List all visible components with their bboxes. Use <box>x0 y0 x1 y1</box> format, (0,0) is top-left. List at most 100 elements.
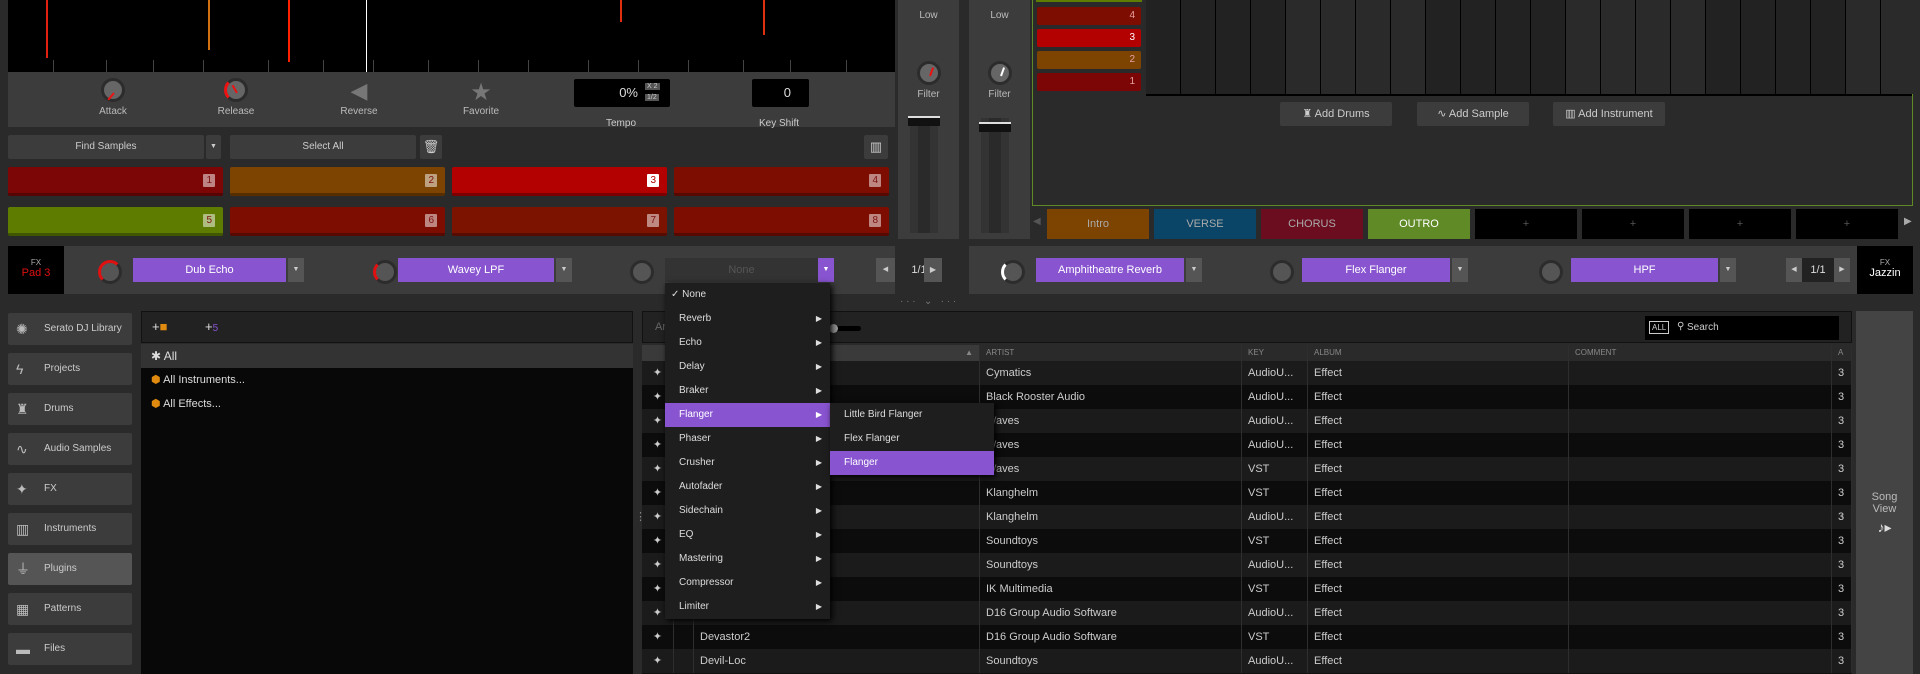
sidebar-item-fx[interactable]: ✦ FX <box>8 473 132 505</box>
step-cell[interactable] <box>1601 0 1635 94</box>
find-samples-dropdown[interactable]: ▼ <box>206 135 221 159</box>
step-cell[interactable] <box>1321 0 1355 94</box>
header-comment[interactable]: COMMENT <box>1569 345 1832 361</box>
tempo-x2-button[interactable]: X 2 <box>645 83 660 90</box>
tempo-half-button[interactable]: 1/2 <box>645 94 659 101</box>
scene-next-icon[interactable]: ▶ <box>1904 216 1912 227</box>
header-album[interactable]: ALBUM <box>1308 345 1569 361</box>
scene-chorus[interactable]: CHORUS <box>1261 209 1363 239</box>
sample-pad-4[interactable]: 4 <box>674 167 889 196</box>
add-sample-button[interactable]: ∿ Add Sample <box>1417 102 1529 126</box>
release-control[interactable]: Release <box>191 78 281 117</box>
sample-pad-8[interactable]: 8 <box>674 207 889 236</box>
sidebar-item-serato-dj-library[interactable]: ✺ Serato DJ Library <box>8 313 132 345</box>
sidebar-item-instruments[interactable]: ▥ Instruments <box>8 513 132 545</box>
sample-pad-5[interactable]: 5 <box>8 207 223 236</box>
attack-control[interactable]: Attack <box>68 78 158 117</box>
sidebar-item-projects[interactable]: ϟ Projects <box>8 353 132 385</box>
header-artist[interactable]: ARTIST <box>980 345 1242 361</box>
menu-item-braker[interactable]: Braker ▶ <box>665 379 830 403</box>
add-fx-plugin-button[interactable]: +5 <box>205 319 218 334</box>
search-input[interactable]: Search <box>1687 322 1719 333</box>
trash-icon[interactable]: 🗑 <box>420 135 442 159</box>
tree-item-all[interactable]: ✱ All <box>141 344 633 368</box>
add-drums-button[interactable]: ♜ Add Drums <box>1280 102 1392 126</box>
sidebar-item-drums[interactable]: ♜ Drums <box>8 393 132 425</box>
drum-row-1[interactable]: 1 <box>1037 73 1141 91</box>
fader-handle[interactable] <box>908 116 940 126</box>
volume-fader[interactable] <box>981 118 1009 233</box>
fader-handle[interactable] <box>979 122 1011 132</box>
sidebar-item-files[interactable]: ▬ Files <box>8 633 132 665</box>
fx1-dropdown[interactable]: ▼ <box>288 258 304 282</box>
menu-item-none[interactable]: ✓ None <box>665 283 830 307</box>
scene-intro[interactable]: Intro <box>1047 209 1149 239</box>
table-row[interactable]: ✦ Devastor2 D16 Group Audio Software VST Eff… <box>642 625 1852 649</box>
step-cell[interactable] <box>1741 0 1775 94</box>
menu-item-autofader[interactable]: Autofader ▶ <box>665 475 830 499</box>
fx-target-right[interactable]: FX Jazzin <box>1857 246 1913 294</box>
fx-target-left[interactable]: FX Pad 3 <box>8 246 64 294</box>
scene-add[interactable]: + <box>1475 209 1577 239</box>
submenu-item-flex-flanger[interactable]: Flex Flanger <box>830 427 994 451</box>
favorite-button[interactable]: ★ Favorite <box>436 78 526 117</box>
fx2-select[interactable]: Wavey LPF <box>398 258 554 282</box>
attack-knob[interactable] <box>101 78 125 102</box>
fx2-knob[interactable] <box>373 260 397 284</box>
sidebar-item-plugins[interactable]: ⏚ Plugins <box>8 553 132 585</box>
fx2-dropdown[interactable]: ▼ <box>556 258 572 282</box>
step-cell[interactable] <box>1146 0 1180 94</box>
step-cell[interactable] <box>1426 0 1460 94</box>
collapse-song-view-icon[interactable]: ‹ <box>1840 510 1844 522</box>
drum-row-2[interactable]: 2 <box>1037 51 1141 69</box>
submenu-item-flanger[interactable]: Flanger <box>830 451 994 475</box>
step-cell[interactable] <box>1776 0 1810 94</box>
submenu-item-little-bird-flanger[interactable]: Little Bird Flanger <box>830 403 994 427</box>
menu-item-sidechain[interactable]: Sidechain ▶ <box>665 499 830 523</box>
sidebar-item-audio-samples[interactable]: ∿ Audio Samples <box>8 433 132 465</box>
menu-item-delay[interactable]: Delay ▶ <box>665 355 830 379</box>
key-shift-display[interactable]: 0 <box>752 79 809 107</box>
reverse-button[interactable]: ◀ Reverse <box>314 78 404 117</box>
scene-add[interactable]: + <box>1582 209 1684 239</box>
fx4-knob[interactable] <box>1001 260 1025 284</box>
waveform-display[interactable] <box>8 0 895 72</box>
step-cell[interactable] <box>1461 0 1495 94</box>
step-cell[interactable] <box>1216 0 1250 94</box>
step-cell[interactable] <box>1566 0 1600 94</box>
fx-page-next[interactable]: ▶ <box>924 258 942 282</box>
step-cell[interactable] <box>1811 0 1845 94</box>
volume-fader[interactable] <box>910 118 938 233</box>
scene-add[interactable]: + <box>1796 209 1898 239</box>
all-filter-badge[interactable]: ALL <box>1649 321 1670 334</box>
piano-keyboard-icon[interactable]: ▥ <box>864 135 888 159</box>
fx5-dropdown[interactable]: ▼ <box>1452 258 1468 282</box>
fx4-dropdown[interactable]: ▼ <box>1186 258 1202 282</box>
fx1-select[interactable]: Dub Echo <box>133 258 286 282</box>
sample-pad-7[interactable]: 7 <box>452 207 667 236</box>
table-row[interactable]: ✦ Devil-Loc Soundtoys AudioU... Effect 3 <box>642 649 1852 673</box>
filter-knob[interactable] <box>916 61 941 85</box>
step-cell[interactable] <box>1636 0 1670 94</box>
step-cell[interactable] <box>1496 0 1530 94</box>
scene-add[interactable]: + <box>1689 209 1791 239</box>
menu-item-mastering[interactable]: Mastering ▶ <box>665 547 830 571</box>
scene-verse[interactable]: VERSE <box>1154 209 1256 239</box>
drum-row-3[interactable]: 3 <box>1037 29 1141 47</box>
select-all-button[interactable]: Select All <box>230 135 416 159</box>
step-cell[interactable] <box>1391 0 1425 94</box>
step-cell[interactable] <box>1846 0 1880 94</box>
step-cell[interactable] <box>1881 0 1915 94</box>
fx6-select[interactable]: HPF <box>1571 258 1718 282</box>
sample-pad-6[interactable]: 6 <box>230 207 445 236</box>
step-cell[interactable] <box>1181 0 1215 94</box>
menu-item-echo[interactable]: Echo ▶ <box>665 331 830 355</box>
step-cell[interactable] <box>1671 0 1705 94</box>
step-cell[interactable] <box>1356 0 1390 94</box>
tree-item-all-instruments[interactable]: ⬢ All Instruments... <box>141 368 633 392</box>
tree-item-all-effects[interactable]: ⬢ All Effects... <box>141 392 633 416</box>
sidebar-item-patterns[interactable]: ▦ Patterns <box>8 593 132 625</box>
scene-outro[interactable]: OUTRO <box>1368 209 1470 239</box>
search-box[interactable]: ALL ⚲ Search <box>1645 316 1839 340</box>
add-instrument-button[interactable]: ▥ Add Instrument <box>1553 102 1665 126</box>
